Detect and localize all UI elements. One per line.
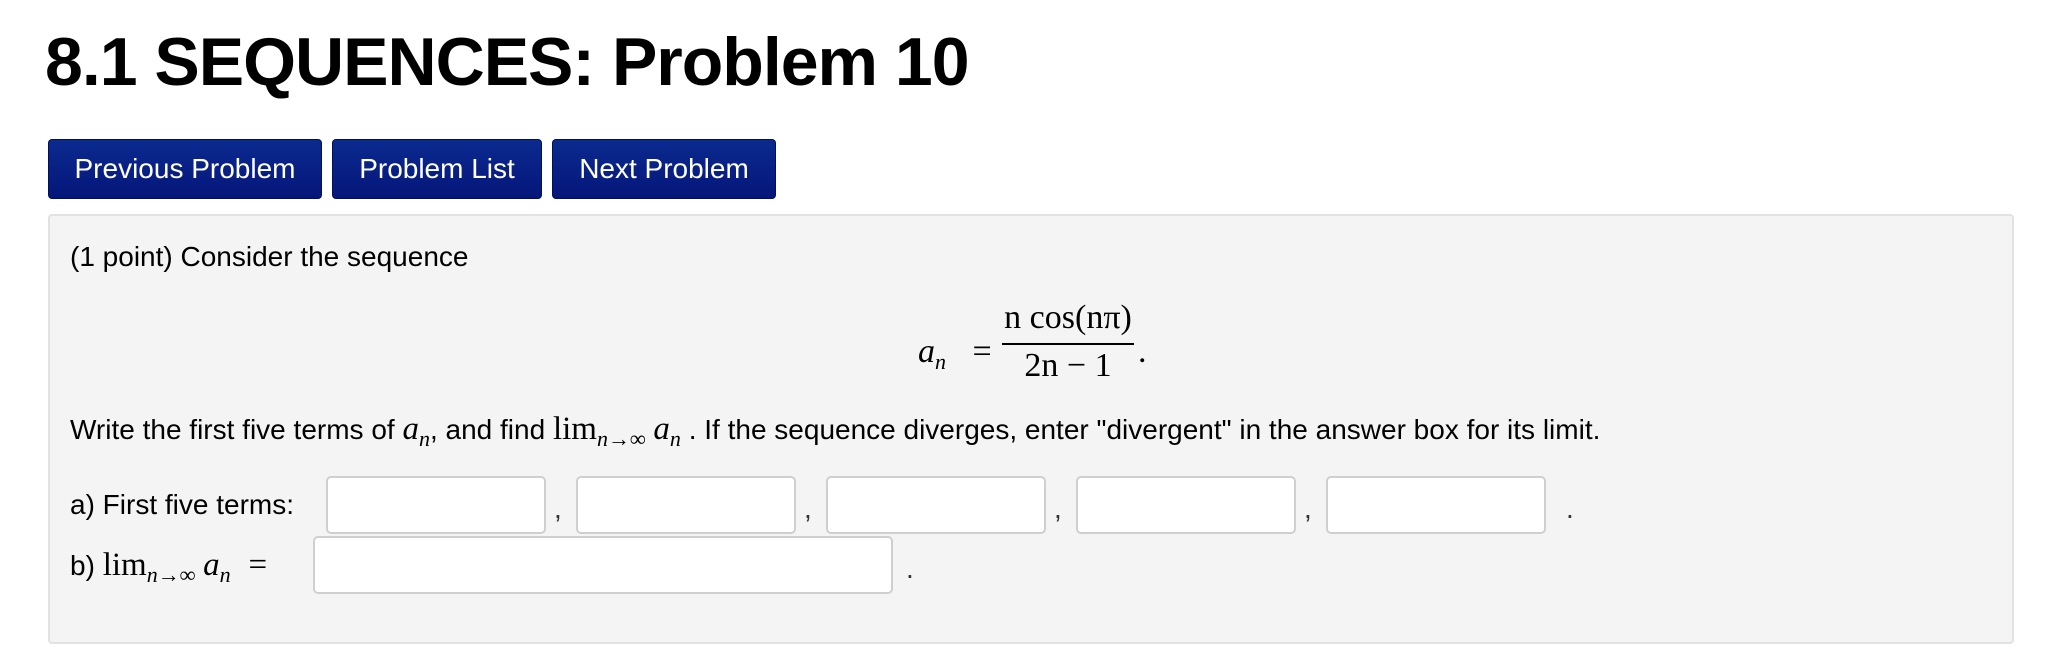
problem-box: (1 point) Consider the sequence an = n c… — [48, 214, 2014, 644]
term-separator: , — [1054, 493, 1062, 524]
term-separator: , — [1304, 493, 1312, 524]
term-separator: , — [804, 493, 812, 524]
previous-problem-button[interactable]: Previous Problem — [48, 139, 322, 199]
formula-denominator: 2n − 1 — [1024, 347, 1112, 384]
formula-lhs: an = — [918, 333, 992, 374]
problem-intro: (1 point) Consider the sequence — [70, 241, 469, 272]
part-a-end-period: . — [1566, 493, 1574, 524]
term-5-input[interactable] — [1326, 476, 1546, 534]
limit-input[interactable] — [313, 536, 893, 594]
fraction-bar — [1002, 343, 1134, 345]
next-problem-button[interactable]: Next Problem — [552, 139, 776, 199]
part-b-label: b) limn→∞ an = — [70, 547, 268, 587]
term-1-input[interactable] — [326, 476, 546, 534]
term-2-input[interactable] — [576, 476, 796, 534]
part-a-label: a) First five terms: — [70, 489, 295, 520]
term-separator: , — [554, 493, 562, 524]
problem-list-button[interactable]: Problem List — [332, 139, 542, 199]
part-b-row: b) limn→∞ an = . — [70, 536, 1970, 596]
problem-instruction: Write the first five terms of an, and fi… — [70, 411, 1601, 451]
sequence-formula: an = n cos(nπ) 2n − 1 . — [50, 298, 2012, 388]
term-4-input[interactable] — [1076, 476, 1296, 534]
part-a-row: a) First five terms: , , , , . — [70, 476, 1970, 536]
formula-numerator: n cos(nπ) — [1004, 299, 1132, 336]
page-title: 8.1 SEQUENCES: Problem 10 — [45, 24, 970, 100]
formula-fraction: n cos(nπ) 2n − 1 — [1000, 298, 1136, 388]
term-3-input[interactable] — [826, 476, 1046, 534]
formula-period: . — [1138, 333, 1147, 370]
part-b-end-period: . — [906, 553, 914, 584]
